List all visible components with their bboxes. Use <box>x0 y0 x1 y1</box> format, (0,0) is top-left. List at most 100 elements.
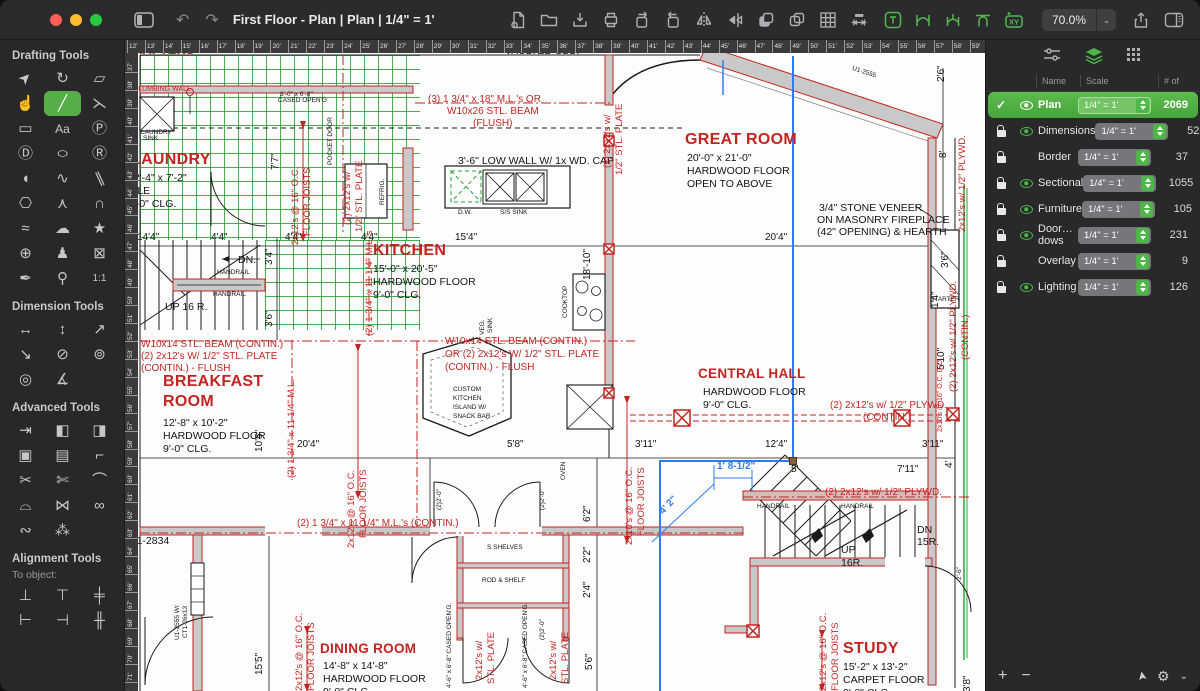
dimension-options-icon[interactable] <box>850 11 868 29</box>
tool-chamfer[interactable]: ⌓ <box>7 493 44 518</box>
dimension-arc-icon[interactable] <box>914 11 932 29</box>
layer-row-Sectional[interactable]: Sectional 1/4" = 1' 1055 <box>988 170 1198 196</box>
drawing-canvas[interactable]: RAFTERSLAUNDRY12'-4" x 7'-2"TILE9'-0" CL… <box>125 40 985 691</box>
dimension-arc-extended-icon[interactable] <box>944 11 962 29</box>
tool-multi-trim[interactable]: ✄ <box>44 468 81 493</box>
tool-rectangle[interactable]: ▭ <box>7 116 44 141</box>
traffic-lights[interactable] <box>50 13 102 26</box>
tool-align-right[interactable]: ⊣ <box>44 608 81 633</box>
coordinates-xy-icon[interactable]: XY <box>1004 11 1024 29</box>
tool-join[interactable]: ⌐ <box>81 443 118 468</box>
scale-stepper-icon[interactable] <box>1136 227 1149 243</box>
layer-row-Border[interactable]: Border 1/4" = 1' 37 <box>988 144 1198 170</box>
layer-row-Door…dows[interactable]: Door…dows 1/4" = 1' 231 <box>988 222 1198 248</box>
tool-double-line[interactable]: ∥ <box>81 166 118 191</box>
lock-icon[interactable] <box>996 255 1006 267</box>
tool-edit-points[interactable]: ⇥ <box>7 418 44 443</box>
layer-row-Overlay[interactable]: Overlay 1/4" = 1' 9 <box>988 248 1198 274</box>
tool-dim-aligned[interactable]: ↗ <box>81 317 118 342</box>
lock-icon[interactable] <box>996 151 1006 163</box>
tool-align-top[interactable]: ⊤ <box>44 583 81 608</box>
tool-extend-left[interactable]: ◧ <box>44 418 81 443</box>
tool-ellipse[interactable]: ○ <box>44 141 81 166</box>
tool-align-bottom[interactable]: ⊥ <box>7 583 44 608</box>
share-icon[interactable] <box>1132 11 1150 29</box>
tool-pan[interactable]: ☝ <box>7 91 44 116</box>
zoom-dropdown-chevron-icon[interactable]: ⌄ <box>1096 8 1116 31</box>
tool-closed-freeform[interactable]: ☁ <box>44 216 81 241</box>
tool-rotate[interactable]: ↻ <box>44 66 81 91</box>
tool-spline[interactable]: ⋏ <box>44 191 81 216</box>
tool-construction-line[interactable]: ⋋ <box>81 91 118 116</box>
lock-icon[interactable] <box>996 177 1006 189</box>
active-check-icon[interactable]: ✓ <box>988 98 1014 112</box>
tool-polyline[interactable]: Ⓟ <box>81 116 118 141</box>
layer-scale-dropdown[interactable]: 1/4" = 1' <box>1078 148 1151 166</box>
tool-circle-diameter[interactable]: Ⓓ <box>7 141 44 166</box>
tool-transform[interactable]: ▱ <box>81 66 118 91</box>
selection-handle[interactable] <box>789 457 797 465</box>
visibility-eye-icon[interactable] <box>1019 204 1033 214</box>
tool-eyedropper[interactable]: ✒ <box>7 266 44 291</box>
duplicate-icon[interactable] <box>788 11 806 29</box>
tool-mirror-tool[interactable]: ⋈ <box>44 493 81 518</box>
open-folder-icon[interactable] <box>540 11 558 29</box>
object-settings-tab-icon[interactable] <box>1042 47 1062 63</box>
visibility-eye-icon[interactable] <box>1019 178 1033 188</box>
layer-row-Furniture[interactable]: Furniture 1/4" = 1' 105 <box>988 196 1198 222</box>
right-panel-toggle-icon[interactable] <box>1164 11 1184 29</box>
dimension-roof-icon[interactable] <box>974 11 992 29</box>
tool-align-center-h[interactable]: ╪ <box>81 583 118 608</box>
minimize-button[interactable] <box>70 13 82 26</box>
tool-freehand[interactable]: ≈ <box>7 216 44 241</box>
components-tab-icon[interactable] <box>1126 47 1144 63</box>
rotate-cw-icon[interactable] <box>633 11 651 29</box>
zoom-control[interactable]: 70.0% ⌄ <box>1041 8 1116 31</box>
tool-star[interactable]: ★ <box>81 216 118 241</box>
tool-rounded-rectangle[interactable]: Ⓡ <box>81 141 118 166</box>
lock-icon[interactable] <box>996 125 1006 137</box>
layer-row-Dimensions[interactable]: Dimensions1/4" = 1' 522 <box>988 118 1200 144</box>
tool-zoom[interactable]: ⚲ <box>44 266 81 291</box>
lock-icon[interactable] <box>996 203 1006 215</box>
flip-horizontal-icon[interactable] <box>726 11 744 29</box>
footer-chevron-icon[interactable]: ⌄ <box>1180 671 1188 682</box>
tool-cross-box[interactable]: ⊠ <box>81 241 118 266</box>
rotate-ccw-icon[interactable] <box>664 11 682 29</box>
tool-line[interactable]: ╱ <box>44 91 81 116</box>
fullscreen-button[interactable] <box>90 13 102 26</box>
layer-scale-dropdown[interactable]: 1/4" = 1' <box>1078 278 1151 296</box>
tool-dim-angle[interactable]: ∡ <box>44 367 81 392</box>
import-icon[interactable] <box>571 11 589 29</box>
tool-arc[interactable]: ∩ <box>81 191 118 216</box>
tool-link[interactable]: ∞ <box>81 493 118 518</box>
tool-text[interactable]: Aa <box>44 116 81 141</box>
add-layer-button[interactable]: + <box>998 667 1007 685</box>
gear-icon[interactable]: ⚙ <box>1157 668 1170 685</box>
layer-scale-dropdown[interactable]: 1/4" = 1' <box>1083 174 1157 192</box>
layer-scale-dropdown[interactable]: 1/4" = 1' <box>1078 96 1151 114</box>
tool-select[interactable]: ➤ <box>7 66 44 91</box>
layer-scale-dropdown[interactable]: 1/4" = 1' <box>1082 200 1156 218</box>
tool-pentagon-select[interactable]: ◖ <box>7 166 44 191</box>
layer-scale-dropdown[interactable]: 1/4" = 1' <box>1078 252 1151 270</box>
mirror-icon[interactable] <box>695 11 713 29</box>
scale-stepper-icon[interactable] <box>1140 201 1154 217</box>
tool-one-to-one[interactable]: 1:1 <box>81 266 118 291</box>
tool-polygon[interactable]: ⎔ <box>7 191 44 216</box>
layer-scale-dropdown[interactable]: 1/4" = 1' <box>1078 226 1151 244</box>
selected-line-object[interactable] <box>659 56 794 691</box>
lock-icon[interactable] <box>996 229 1006 241</box>
lock-icon[interactable] <box>996 281 1006 293</box>
tool-symbol-axes[interactable]: ⊕ <box>7 241 44 266</box>
remove-layer-button[interactable]: − <box>1021 667 1030 685</box>
text-frame-icon[interactable] <box>884 11 902 29</box>
close-button[interactable] <box>50 13 62 26</box>
tool-cut[interactable]: ✂ <box>7 468 44 493</box>
tool-dim-vertical[interactable]: ↕ <box>44 317 81 342</box>
print-icon[interactable] <box>602 11 620 29</box>
tool-dim-radius[interactable]: ⊚ <box>81 342 118 367</box>
scale-stepper-icon[interactable] <box>1141 175 1155 191</box>
scale-stepper-icon[interactable] <box>1136 97 1149 113</box>
tool-align-left[interactable]: ⊢ <box>7 608 44 633</box>
